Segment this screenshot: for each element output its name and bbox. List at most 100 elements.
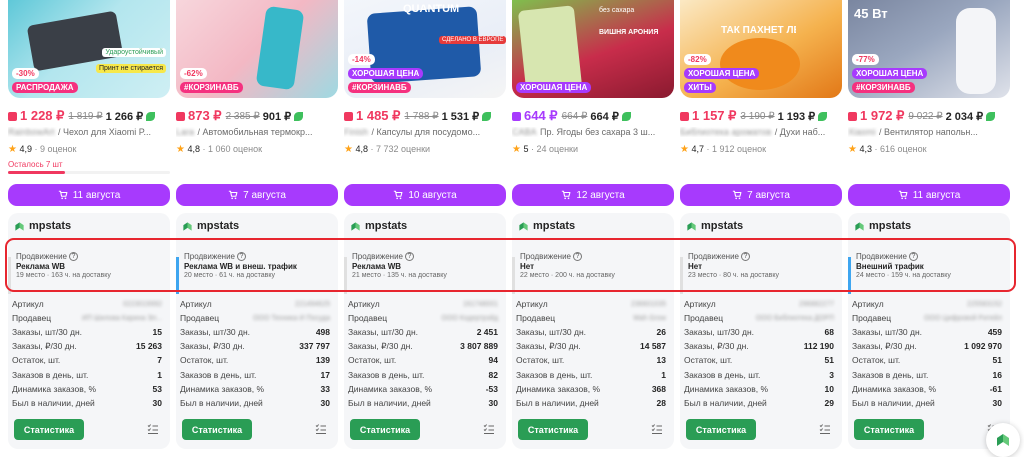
price-row: 644 ₽ 664 ₽ 664 ₽ [512, 108, 631, 124]
add-to-cart-button[interactable]: 11 августа [8, 184, 170, 206]
statistics-button[interactable]: Статистика [14, 419, 84, 440]
product-image[interactable]: без сахара ВИШНЯ АРОНИЯ ХОРОШАЯ ЦЕНА [512, 0, 674, 98]
rating: ★ 4,8 · 1 060 оценок [176, 144, 262, 155]
mpstats-float-button[interactable] [986, 423, 1020, 457]
product-title[interactable]: Finish / Капсулы для посудомо... [344, 127, 506, 137]
title-text: / Духи наб... [774, 127, 826, 137]
brand-name: Библиотека ароматов [680, 127, 772, 137]
statistics-button[interactable]: Статистика [350, 419, 420, 440]
stat-seller: Продавец ООО Библиотека ДОРП [684, 313, 834, 324]
stat-value-stock: 51 [824, 355, 834, 366]
delivery-date: 10 августа [408, 189, 457, 201]
stat-days: Был в наличии, дней 30 [852, 397, 1002, 408]
article-value[interactable]: 296882277 [799, 301, 834, 308]
stat-value-dyn: 53 [152, 383, 162, 394]
seller-value[interactable]: ООО Техника И Посуда [253, 315, 330, 322]
product-image[interactable]: Удароустойчивый Принт не стирается -30% РА… [8, 0, 170, 98]
product-image[interactable]: ТАК ПАХНЕТ ЛЕТО -82% ХОРОШАЯ ЦЕНА ХИТЫ [680, 0, 842, 98]
mpstats-title: mpstats [533, 220, 576, 232]
stat-value-orders-rub: 112 190 [803, 341, 834, 352]
promotion-label: Продвижение [520, 252, 571, 261]
product-title[interactable]: Библиотека ароматов / Духи наб... [680, 127, 842, 137]
product-card[interactable]: без сахара ВИШНЯ АРОНИЯ ХОРОШАЯ ЦЕНА 644 … [512, 0, 674, 457]
stat-value-orders-day: 1 [661, 369, 666, 380]
list-check-icon[interactable] [147, 423, 159, 435]
add-to-cart-button[interactable]: 10 августа [344, 184, 506, 206]
stat-days: Был в наличии, дней 29 [684, 397, 834, 408]
product-title[interactable]: Lara / Автомобильная термокр... [176, 127, 338, 137]
product-shape [956, 8, 996, 94]
seller-value[interactable]: ООО Кодертрэйд [442, 315, 498, 322]
promo-badge: #КОРЗИНАВБ [180, 82, 243, 93]
stat-orders-day: Заказов в день, шт. 17 [180, 369, 330, 380]
statistics-button[interactable]: Статистика [854, 419, 924, 440]
seller-value[interactable]: ИП Шилова Карина Эл... [82, 315, 162, 322]
mpstats-panel: mpstats Продвижение? Нет 23 место · 80 ч… [680, 213, 842, 449]
stat-value-stock: 13 [656, 355, 666, 366]
stat-value-stock: 51 [992, 355, 1002, 366]
help-circle-icon[interactable]: ? [69, 252, 78, 261]
article-value[interactable]: 225583152 [967, 301, 1002, 308]
add-to-cart-button[interactable]: 12 августа [512, 184, 674, 206]
mpstats-panel: mpstats Продвижение? Реклама WB 21 место… [344, 213, 506, 449]
image-caption: СДЕЛАНО В ЕВРОПЕ [439, 36, 506, 44]
promotion-block: Продвижение? Реклама WB 19 место · 163 ч… [8, 250, 170, 291]
price-old: 2 385 ₽ [225, 110, 260, 122]
stats-table: Артикул 225583152 Продавец ООО Цифровой Ри… [852, 297, 1002, 410]
product-card[interactable]: QUANTUM СДЕЛАНО В ЕВРОПЕ -14% ХОРОШАЯ ЦЕНА… [344, 0, 506, 457]
product-card[interactable]: -62% #КОРЗИНАВБ 873 ₽ 2 385 ₽ 901 ₽ Lara … [176, 0, 338, 457]
stats-table: Артикул 236601035 Продавец Wah Grow Заказы… [516, 297, 666, 410]
mpstats-title: mpstats [197, 220, 240, 232]
stat-stock: Остаток, шт. 94 [348, 355, 498, 366]
product-card[interactable]: Удароустойчивый Принт не стирается -30% РА… [8, 0, 170, 457]
add-to-cart-button[interactable]: 11 августа [848, 184, 1010, 206]
article-value[interactable]: 161748001 [463, 301, 498, 308]
product-title[interactable]: CABA Пр. Ягоды без сахара 3 ш... [512, 127, 674, 137]
list-check-icon[interactable] [819, 423, 831, 435]
delivery-date: 12 августа [576, 189, 625, 201]
price-now: 873 ₽ [188, 108, 222, 123]
seller-value[interactable]: ООО Цифровой Ритейл [924, 315, 1002, 322]
statistics-button[interactable]: Статистика [686, 419, 756, 440]
product-image[interactable]: -62% #КОРЗИНАВБ [176, 0, 338, 98]
list-check-icon[interactable] [315, 423, 327, 435]
add-to-cart-button[interactable]: 7 августа [176, 184, 338, 206]
discount-badge: -14% [348, 54, 375, 65]
list-check-icon[interactable] [483, 423, 495, 435]
help-circle-icon[interactable]: ? [741, 252, 750, 261]
product-image[interactable]: QUANTUM СДЕЛАНО В ЕВРОПЕ -14% ХОРОШАЯ ЦЕНА… [344, 0, 506, 98]
add-to-cart-button[interactable]: 7 августа [680, 184, 842, 206]
seller-value[interactable]: ООО Библиотека ДОРП [756, 315, 834, 322]
statistics-button[interactable]: Статистика [182, 419, 252, 440]
stat-orders-qty: Заказы, шт/30 дн. 459 [852, 327, 1002, 338]
help-circle-icon[interactable]: ? [405, 252, 414, 261]
product-card[interactable]: 45 Вт -77% ХОРОШАЯ ЦЕНА #КОРЗИНАВБ 1 972 ₽… [848, 0, 1010, 457]
article-value[interactable]: 236601035 [631, 301, 666, 308]
reviews-count: · 1 912 оценок [706, 144, 767, 154]
product-card[interactable]: ТАК ПАХНЕТ ЛЕТО -82% ХОРОШАЯ ЦЕНА ХИТЫ 1 1… [680, 0, 842, 457]
image-caption: Принт не стирается [95, 64, 166, 73]
price-now: 1 157 ₽ [692, 108, 737, 123]
rating: ★ 4,9 · 9 оценок [8, 144, 77, 155]
price-wallet: 2 034 ₽ [945, 110, 984, 123]
wallet-leaf-icon [818, 111, 828, 121]
stat-value-dyn: -61 [989, 383, 1002, 394]
product-image[interactable]: 45 Вт -77% ХОРОШАЯ ЦЕНА #КОРЗИНАВБ [848, 0, 1010, 98]
help-circle-icon[interactable]: ? [573, 252, 582, 261]
seller-value[interactable]: Wah Grow [633, 315, 666, 322]
list-check-icon[interactable] [651, 423, 663, 435]
product-title[interactable]: Xiaomi / Вентилятор напольн... [848, 127, 1010, 137]
help-circle-icon[interactable]: ? [909, 252, 918, 261]
stat-dynamics: Динамика заказов, % 10 [684, 383, 834, 394]
cart-icon [898, 190, 908, 200]
promotion-block: Продвижение? Нет 22 место · 200 ч. на до… [512, 250, 674, 291]
article-value[interactable]: 0223019992 [123, 301, 162, 308]
stat-value-dyn: 10 [824, 383, 834, 394]
help-circle-icon[interactable]: ? [237, 252, 246, 261]
star-icon: ★ [512, 144, 521, 155]
stat-value-stock: 7 [157, 355, 162, 366]
product-title[interactable]: RainbowArt / Чехол для Xiaomi P... [8, 127, 170, 137]
article-value[interactable]: 221494625 [295, 301, 330, 308]
stat-dynamics: Динамика заказов, % -53 [348, 383, 498, 394]
statistics-button[interactable]: Статистика [518, 419, 588, 440]
